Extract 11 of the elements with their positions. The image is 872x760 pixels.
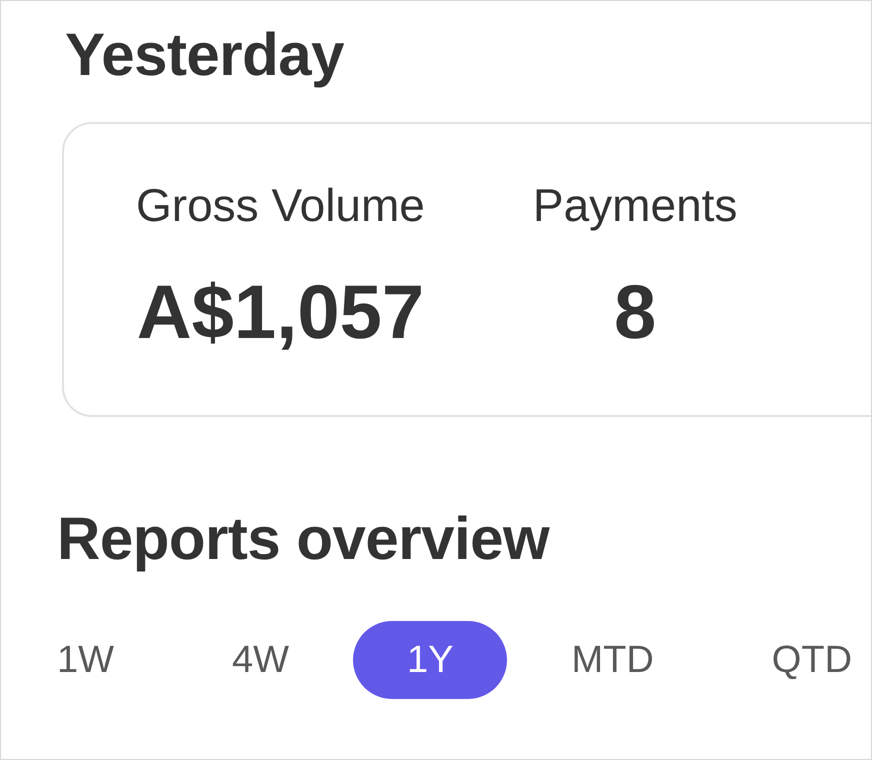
metric-value: 8 (614, 275, 656, 351)
period-tab[interactable]: QTD (718, 621, 871, 699)
period-tab[interactable]: 1Y (353, 621, 508, 699)
period-tab[interactable]: 1W (3, 621, 168, 699)
metric-value: A$1,057 (136, 275, 424, 351)
period-tab[interactable]: 4W (178, 621, 343, 699)
section-heading: Yesterday (65, 25, 344, 85)
metric-label: Gross Volume (136, 182, 425, 228)
metric-label: Payments (532, 182, 738, 228)
section-heading: Reports overview (57, 509, 550, 569)
period-tab[interactable]: MTD (517, 621, 708, 699)
